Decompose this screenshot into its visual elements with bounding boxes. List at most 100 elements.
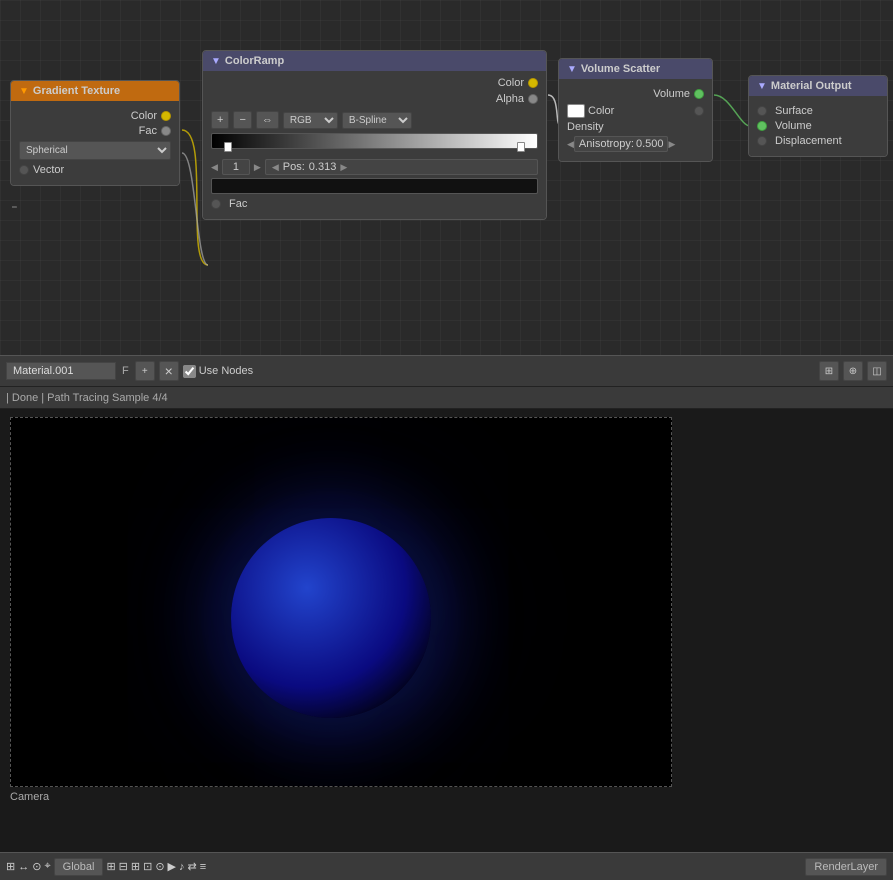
colorramp-color-socket[interactable]	[528, 78, 538, 88]
status-text: | Done | Path Tracing Sample 4/4	[6, 392, 168, 404]
material-output-volume-label: Volume	[775, 120, 812, 132]
preview-area: Camera	[0, 409, 893, 852]
gradient-texture-header: ▼ Gradient Texture	[11, 81, 179, 101]
colorramp-color-row: Color	[498, 77, 538, 89]
material-output-node[interactable]: ▼ Material Output Surface Volume Displac…	[748, 75, 888, 157]
camera-btn[interactable]: ⊡	[143, 860, 152, 873]
gradient-texture-fac-socket[interactable]	[161, 126, 171, 136]
gradient-texture-title: Gradient Texture	[33, 85, 120, 97]
volume-scatter-node[interactable]: ▼ Volume Scatter Volume Color Density	[558, 58, 713, 162]
gradient-texture-vector-socket[interactable]	[19, 165, 29, 175]
volume-scatter-anisotropy-row: ◀ Anisotropy: 0.500 ▶	[567, 136, 704, 152]
colorramp-rgb-select[interactable]: RGB	[283, 112, 338, 129]
colorramp-alpha-label: Alpha	[496, 93, 524, 105]
render-btn[interactable]: ⊙	[155, 860, 164, 873]
colorramp-add-btn[interactable]: +	[211, 111, 229, 129]
colorramp-index-next[interactable]: ▶	[254, 162, 261, 173]
gradient-texture-fac-row: Fac	[19, 125, 171, 137]
snap-btn[interactable]: ⌖	[44, 860, 50, 873]
gradient-texture-node[interactable]: ▼ Gradient Texture Color Fac LinearQuadr…	[10, 80, 180, 186]
f-label: F	[122, 365, 129, 377]
material-output-volume-row: Volume	[757, 120, 879, 132]
use-nodes-check[interactable]: Use Nodes	[183, 365, 253, 378]
render-layer-label[interactable]: RenderLayer	[805, 858, 887, 876]
material-output-surface-label: Surface	[775, 105, 813, 117]
colorramp-remove-btn[interactable]: −	[233, 111, 251, 129]
grid2-btn[interactable]: ⊟	[119, 860, 128, 873]
colorramp-pos-label: Pos:	[283, 161, 305, 173]
bottom-toolbar: ⊞ ↔ ⊙ ⌖ Global ⊞ ⊟ ⊞ ⊡ ⊙ ▶ ♪ ⇄ ≡ RenderL…	[0, 852, 893, 880]
colorramp-fac-input-row: Fac	[211, 198, 538, 210]
grid-btn[interactable]: ⊞	[106, 860, 115, 873]
material-output-volume-socket[interactable]	[757, 121, 767, 131]
colorramp-pos-value: 0.313	[309, 161, 337, 173]
gradient-texture-vector-row: Vector	[19, 164, 171, 176]
global-label[interactable]: Global	[54, 858, 104, 876]
colorramp-stop-right[interactable]	[517, 142, 525, 152]
anisotropy-field[interactable]: Anisotropy: 0.500	[574, 136, 669, 152]
sphere-render	[231, 518, 431, 718]
gradient-texture-color-socket[interactable]	[161, 111, 171, 121]
timeline-btn[interactable]: ≡	[200, 861, 206, 873]
grid3-btn[interactable]: ⊞	[131, 860, 140, 873]
colorramp-flip-btn[interactable]: ⇔	[256, 111, 279, 129]
preview-label: Camera	[10, 791, 49, 803]
colorramp-alpha-socket[interactable]	[528, 94, 538, 104]
anim-btn[interactable]: ▶	[168, 860, 176, 873]
gradient-texture-fac-label: Fac	[139, 125, 157, 137]
colorramp-index-row: ◀ 1 ▶ ◀ Pos: 0.313 ▶	[211, 159, 538, 175]
anisotropy-prev[interactable]: ◀	[567, 139, 574, 150]
colorramp-title: ColorRamp	[225, 55, 284, 67]
node-editor[interactable]: ▼ Gradient Texture Color Fac LinearQuadr…	[0, 0, 893, 355]
use-nodes-label: Use Nodes	[199, 365, 253, 377]
volume-scatter-color-socket[interactable]	[694, 106, 704, 116]
colorramp-node[interactable]: ▼ ColorRamp Color Alpha + − ⇔	[202, 50, 547, 220]
colorramp-fac-input-label: Fac	[229, 198, 247, 210]
anisotropy-label: Anisotropy:	[579, 138, 634, 150]
gradient-texture-color-row: Color	[19, 110, 171, 122]
material-output-displacement-label: Displacement	[775, 135, 842, 147]
volume-scatter-title: Volume Scatter	[581, 63, 660, 75]
colorramp-index-value: 1	[222, 159, 250, 175]
sync-btn[interactable]: ⇄	[188, 860, 197, 873]
pivot-btn[interactable]: ⊙	[32, 860, 41, 873]
anisotropy-next[interactable]: ▶	[668, 139, 675, 150]
gradient-type-dropdown[interactable]: LinearQuadraticEasingDiagonalSphericalQu…	[19, 141, 171, 160]
remove-material-btn[interactable]: ×	[159, 361, 179, 381]
colorramp-alpha-row: Alpha	[496, 93, 538, 105]
colorramp-color-swatch[interactable]	[211, 178, 538, 194]
volume-scatter-color-swatch[interactable]	[567, 104, 585, 118]
transform-btn[interactable]: ↔	[18, 861, 29, 873]
colorramp-bar[interactable]	[211, 133, 538, 149]
audio-btn[interactable]: ♪	[179, 861, 185, 873]
colorramp-stop-left[interactable]	[224, 142, 232, 152]
volume-scatter-volume-socket[interactable]	[694, 89, 704, 99]
colorramp-pos-next[interactable]: ▶	[340, 162, 347, 173]
colorramp-bar-container	[211, 133, 538, 155]
colorramp-fac-socket[interactable]	[211, 199, 221, 209]
colorramp-header: ▼ ColorRamp	[203, 51, 546, 71]
material-output-displacement-socket[interactable]	[757, 136, 767, 146]
volume-scatter-volume-row: Volume	[567, 88, 704, 100]
node-editor-toolbar: F + × Use Nodes ⊞ ⊕ ◫	[0, 355, 893, 387]
colorramp-pos-prev[interactable]: ◀	[272, 162, 279, 173]
node-view-btn[interactable]: ⊞	[819, 361, 839, 381]
volume-scatter-volume-label: Volume	[653, 88, 690, 100]
colorramp-index-prev[interactable]: ◀	[211, 162, 218, 173]
node-settings-btn[interactable]: ◫	[867, 361, 887, 381]
volume-scatter-density-row: Density	[567, 121, 704, 133]
scene-btn[interactable]: ⊞	[6, 860, 15, 873]
material-output-surface-socket[interactable]	[757, 106, 767, 116]
material-output-surface-row: Surface	[757, 105, 879, 117]
use-nodes-checkbox[interactable]	[183, 365, 196, 378]
colorramp-pos-field[interactable]: ◀ Pos: 0.313 ▶	[265, 159, 538, 175]
material-name-input[interactable]	[6, 362, 116, 380]
colorramp-interp-select[interactable]: B-Spline	[342, 112, 412, 129]
gradient-texture-color-label: Color	[131, 110, 157, 122]
add-material-btn[interactable]: +	[135, 361, 155, 381]
material-output-displacement-row: Displacement	[757, 135, 879, 147]
colorramp-controls: + − ⇔ RGB B-Spline	[211, 111, 538, 129]
anisotropy-value: 0.500	[636, 138, 664, 150]
node-zoom-btn[interactable]: ⊕	[843, 361, 863, 381]
preview-viewport[interactable]	[10, 417, 672, 787]
